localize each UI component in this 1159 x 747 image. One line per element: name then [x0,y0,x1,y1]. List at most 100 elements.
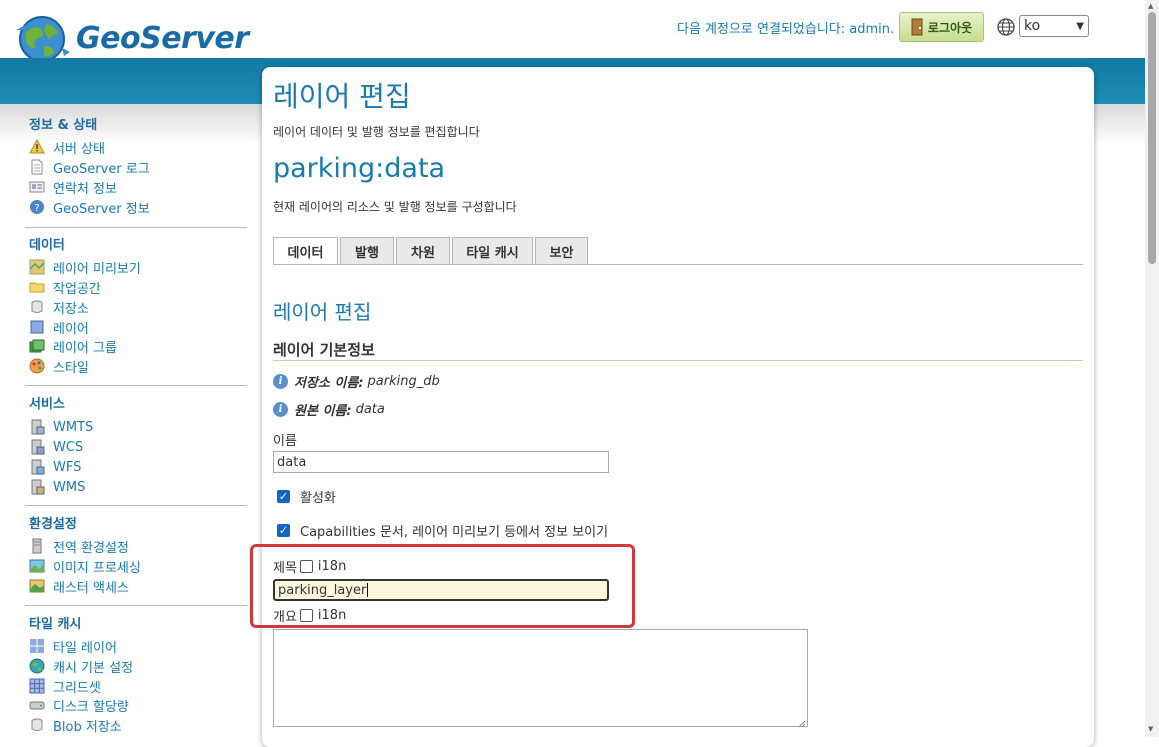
sidebar-item-styles[interactable]: 스타일 [29,357,89,376]
map-preview-icon [29,259,45,275]
advertised-label: Capabilities 문서, 레이어 미리보기 등에서 정보 보이기 [300,525,609,540]
sidebar-item-global-settings[interactable]: 전역 환경설정 [29,537,129,556]
sidebar-item-wcs[interactable]: WCS [29,438,83,456]
name-label: 이름 [273,434,297,449]
sidebar-item-layer-groups[interactable]: 레이어 그룹 [29,337,117,356]
section-divider [273,360,1083,361]
server-icon [29,479,45,495]
help-icon: ? [29,199,45,215]
advertised-row: ✓ Capabilities 문서, 레이어 미리보기 등에서 정보 보이기 [277,521,608,540]
text-caret [367,583,369,597]
sidebar-item-image-processing[interactable]: 이미지 프로세싱 [29,557,141,576]
sidebar-item-server-status[interactable]: 서버 상태 [29,138,105,157]
native-name-label: 원본 이름: [294,404,352,419]
layer-name-heading: parking:data [273,153,446,184]
svg-text:?: ? [34,203,39,214]
store-name-row: i 저장소 이름: parking_db [273,372,440,391]
image-processing-icon [29,558,45,574]
warning-icon [29,138,45,155]
sidebar-item-wfs[interactable]: WFS [29,458,81,476]
tab-data[interactable]: 데이터 [273,237,338,265]
sidebar-item-workspaces[interactable]: 작업공간 [29,278,101,297]
title-i18n-label: i18n [317,559,347,574]
database-icon [29,299,45,315]
sidebar-item-geoserver-logs[interactable]: GeoServer 로그 [29,158,150,177]
sidebar-item-layer-preview[interactable]: 레이어 미리보기 [29,258,141,277]
sidebar-item-caching-defaults[interactable]: 캐시 기본 설정 [29,657,133,676]
tab-security[interactable]: 보안 [535,237,588,264]
abstract-i18n-checkbox[interactable] [299,609,313,622]
tab-tile-caching[interactable]: 타일 캐시 [452,237,533,264]
advertised-checkbox[interactable]: ✓ [277,524,290,537]
layer-group-icon [29,338,45,354]
title-input-value: parking_layer [278,582,367,598]
sidebar-section-services: 서비스 [29,397,65,412]
native-name-value: data [355,402,385,417]
server-icon [29,459,45,475]
name-input[interactable]: data [273,451,609,473]
sidebar-item-disk-quota[interactable]: 디스크 할당량 [29,696,129,715]
server-icon [29,439,45,455]
vertical-scrollbar[interactable]: ▲ ▼ [1145,0,1159,737]
disk-icon [29,697,45,713]
document-icon [29,159,45,175]
language-globe-icon [997,18,1015,36]
sidebar-divider [25,227,247,228]
sidebar-divider [25,385,247,386]
layer-icon [29,319,45,335]
enabled-checkbox[interactable]: ✓ [277,490,290,503]
abstract-textarea[interactable] [273,629,808,728]
top-header: GeoServer 다음 계정으로 연결되었습니다: admin. 로그아웃 k… [0,0,1145,62]
server-icon [29,419,45,435]
logout-button[interactable]: 로그아웃 [899,12,984,42]
sidebar-item-stores[interactable]: 저장소 [29,298,89,317]
sidebar-item-wms[interactable]: WMS [29,478,85,496]
blob-store-icon [29,717,45,733]
store-name-value: parking_db [367,374,440,389]
chevron-down-icon: ▼ [1076,20,1084,32]
tab-bar: 데이터 발행 차원 타일 캐시 보안 [273,237,590,265]
sidebar-item-tile-layers[interactable]: 타일 레이어 [29,637,117,656]
language-value: ko [1024,18,1041,34]
globe-icon [29,658,45,674]
title-i18n-checkbox[interactable] [299,560,313,573]
edit-layer-subtitle: 레이어 편집 [273,300,372,324]
sidebar-item-blob-stores[interactable]: Blob 저장소 [29,716,122,735]
resize-handle-icon[interactable] [798,717,806,728]
sidebar-item-layers[interactable]: 레이어 [29,318,89,337]
sidebar-item-contact-info[interactable]: 연락처 정보 [29,178,117,197]
tab-dimensions[interactable]: 차원 [396,237,450,264]
layer-description: 현재 레이어의 리소스 및 발행 정보를 구성합니다 [273,200,517,214]
scroll-up-icon[interactable]: ▲ [1148,2,1153,10]
sidebar-item-about-geoserver[interactable]: ? GeoServer 정보 [29,198,150,217]
sidebar-section-data: 데이터 [29,238,65,253]
sidebar-section-tile-caching: 타일 캐시 [29,617,82,632]
store-name-label: 저장소 이름: [294,376,364,391]
logo-text: GeoServer [76,20,249,56]
sidebar-item-wmts[interactable]: WMTS [29,418,93,436]
scrollbar-thumb[interactable] [1148,12,1156,264]
title-input[interactable]: parking_layer [273,579,609,601]
folder-icon [29,279,45,295]
logout-icon [911,18,925,36]
sidebar-item-gridsets[interactable]: 그리드셋 [29,677,101,696]
title-label-row: 제목 i18n [273,557,346,576]
raster-icon [29,578,45,594]
language-select[interactable]: ko ▼ [1019,15,1089,37]
tile-layer-icon [29,638,45,654]
abstract-label: 개요 [273,610,297,625]
tab-underline [273,264,1083,265]
abstract-i18n-label: i18n [317,608,347,623]
page-description: 레이어 데이터 및 발행 정보를 편집합니다 [273,125,480,139]
enabled-label: 활성화 [300,491,336,506]
info-icon: i [273,374,288,389]
info-icon: i [273,402,288,417]
scroll-down-icon[interactable]: ▼ [1148,725,1153,733]
enabled-row: ✓ 활성화 [277,487,336,506]
tab-publishing[interactable]: 발행 [340,237,394,264]
abstract-label-row: 개요 i18n [273,606,346,625]
user-info: 다음 계정으로 연결되었습니다: admin. [677,22,895,37]
sidebar-item-raster-access[interactable]: 래스터 액세스 [29,577,129,596]
logout-label: 로그아웃 [927,20,973,35]
basic-info-heading: 레이어 기본정보 [273,341,375,359]
